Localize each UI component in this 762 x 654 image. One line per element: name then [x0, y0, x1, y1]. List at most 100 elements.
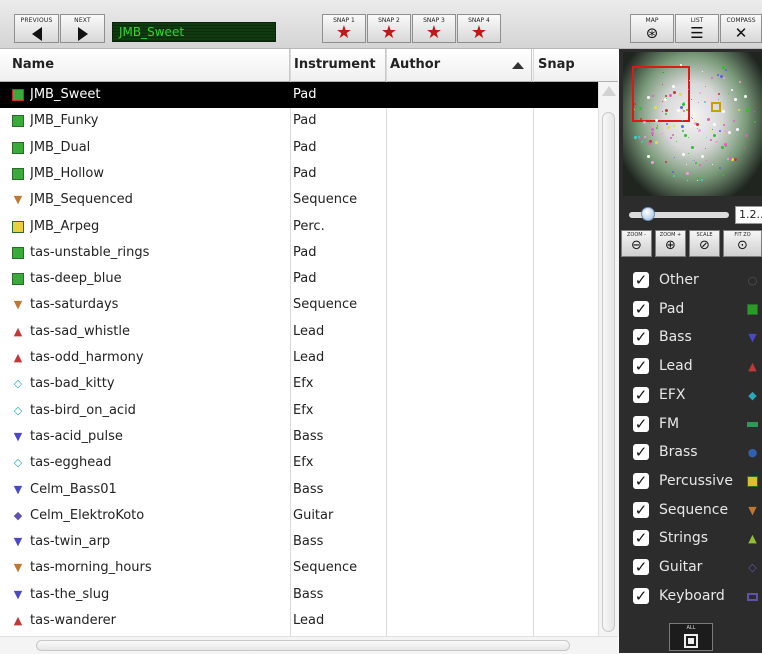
vertical-scrollbar[interactable]: [598, 82, 619, 636]
table-row[interactable]: ▼ JMB_Sequenced Sequence: [0, 187, 598, 213]
checkbox-checked-icon[interactable]: ✓: [633, 472, 649, 489]
table-row[interactable]: ◇ tas-egghead Efx: [0, 450, 598, 476]
filter-item[interactable]: ✓ Brass ●: [619, 438, 762, 467]
table-row[interactable]: JMB_Funky Pad: [0, 108, 598, 134]
checkbox-checked-icon[interactable]: ✓: [633, 386, 649, 403]
map-point: [733, 120, 736, 123]
preset-instrument: Pad: [293, 244, 317, 260]
filter-item[interactable]: ✓ Other ○: [619, 266, 762, 295]
snap-2-button[interactable]: SNAP 2 ★: [367, 14, 411, 43]
map-point: [736, 128, 740, 132]
map-point: [682, 109, 685, 112]
map-view-button[interactable]: MAP ⊛: [630, 14, 674, 43]
filter-item[interactable]: ✓ Percussive: [619, 467, 762, 496]
table-row[interactable]: JMB_Arpeg Perc.: [0, 214, 598, 240]
table-row[interactable]: ▼ tas-morning_hours Sequence: [0, 555, 598, 581]
table-row[interactable]: JMB_Hollow Pad: [0, 161, 598, 187]
preset-instrument: Bass: [293, 481, 324, 497]
table-row[interactable]: ◇ tas-bad_kitty Efx: [0, 371, 598, 397]
filter-item[interactable]: ✓ Bass ▼: [619, 323, 762, 352]
zoom-out-button[interactable]: ZOOM - ⊖: [621, 230, 652, 257]
checkbox-checked-icon[interactable]: ✓: [633, 587, 649, 604]
checkbox-checked-icon[interactable]: ✓: [633, 272, 649, 288]
table-row[interactable]: ▲ tas-wanderer Lead: [0, 608, 598, 634]
map-point: [699, 91, 702, 94]
column-header-instrument[interactable]: Instrument: [290, 49, 386, 81]
checkbox-checked-icon[interactable]: ✓: [633, 300, 649, 317]
table-row[interactable]: JMB_Dual Pad: [0, 135, 598, 161]
compass-view-button[interactable]: COMPASS ✕: [720, 14, 762, 43]
scale-button[interactable]: SCALE ⊘: [689, 230, 720, 257]
map-point: [641, 140, 644, 143]
filter-item[interactable]: ✓ EFX ◆: [619, 381, 762, 410]
table-row[interactable]: ▲ tas-sad_whistle Lead: [0, 319, 598, 345]
horizontal-scroll-thumb[interactable]: [36, 640, 570, 651]
map-point: [723, 123, 726, 126]
star-icon: ★: [470, 22, 488, 43]
preset-instrument: Lead: [293, 323, 325, 339]
diamond-outline-icon: ◇: [13, 456, 23, 470]
checkbox-checked-icon[interactable]: ✓: [633, 559, 649, 575]
table-row[interactable]: ▼ tas-the_slug Bass: [0, 582, 598, 608]
filter-item[interactable]: ✓ Strings ▲: [619, 524, 762, 553]
filter-item[interactable]: ✓ Guitar ◇: [619, 553, 762, 582]
column-header-snap[interactable]: Snap: [534, 49, 598, 81]
map-point: [692, 118, 694, 120]
map-point: [688, 79, 690, 81]
select-all-button[interactable]: ALL: [669, 623, 713, 651]
triangle-down-icon: ▼: [13, 561, 23, 575]
filter-label: Guitar: [659, 559, 703, 575]
snap-4-button[interactable]: SNAP 4 ★: [457, 14, 501, 43]
table-row[interactable]: ◆ Celm_ElektroKoto Guitar: [0, 503, 598, 529]
map-point: [686, 180, 688, 182]
zoom-slider-knob[interactable]: [641, 207, 655, 221]
triangle-down-icon: ▼: [748, 331, 757, 345]
checkbox-checked-icon[interactable]: ✓: [633, 444, 649, 461]
filter-item[interactable]: ✓ FM: [619, 410, 762, 439]
checkbox-checked-icon[interactable]: ✓: [633, 415, 649, 432]
scroll-up-icon[interactable]: [602, 86, 616, 96]
map-point: [701, 179, 704, 182]
preset-instrument: Pad: [293, 87, 317, 102]
snap-1-button[interactable]: SNAP 1 ★: [322, 14, 366, 43]
square-icon: [12, 115, 24, 128]
preset-instrument: Pad: [293, 271, 317, 287]
table-row[interactable]: JMB_Sweet Pad: [0, 82, 598, 108]
preset-instrument: Pad: [293, 139, 317, 155]
filter-item[interactable]: ✓ Sequence ▼: [619, 496, 762, 525]
next-button[interactable]: NEXT: [60, 14, 105, 43]
filter-label: Bass: [659, 329, 692, 346]
filter-item[interactable]: ✓ Keyboard: [619, 582, 762, 611]
checkbox-checked-icon[interactable]: ✓: [633, 530, 649, 547]
checkbox-checked-icon[interactable]: ✓: [633, 329, 649, 346]
map-point: [717, 92, 720, 95]
column-header-name[interactable]: Name: [8, 49, 290, 81]
horizontal-scrollbar[interactable]: [0, 636, 618, 654]
snap-3-button[interactable]: SNAP 3 ★: [412, 14, 456, 43]
table-row[interactable]: ▼ tas-twin_arp Bass: [0, 529, 598, 555]
checkbox-checked-icon[interactable]: ✓: [633, 501, 649, 518]
previous-button[interactable]: PREVIOUS: [14, 14, 59, 43]
preset-map[interactable]: [623, 52, 762, 196]
map-point: [654, 119, 658, 123]
vertical-scroll-thumb[interactable]: [602, 112, 615, 632]
table-row[interactable]: ▼ tas-saturdays Sequence: [0, 292, 598, 318]
filter-item[interactable]: ✓ Lead ▲: [619, 352, 762, 381]
column-header-author[interactable]: Author: [386, 49, 532, 81]
table-row[interactable]: ▲ tas-odd_harmony Lead: [0, 345, 598, 371]
checkbox-checked-icon[interactable]: ✓: [633, 358, 649, 375]
preset-instrument: Perc.: [293, 218, 325, 234]
table-row[interactable]: ▼ Celm_Bass01 Bass: [0, 477, 598, 503]
table-row[interactable]: tas-deep_blue Pad: [0, 266, 598, 292]
map-point: [671, 85, 675, 89]
fit-zoom-button[interactable]: FIT ZO ⊙: [723, 230, 762, 257]
table-row[interactable]: ▼ tas-acid_pulse Bass: [0, 424, 598, 450]
table-row[interactable]: ◇ tas-bird_on_acid Efx: [0, 398, 598, 424]
filter-item[interactable]: ✓ Pad: [619, 295, 762, 324]
toolbar: PREVIOUS NEXT JMB_Sweet SNAP 1 ★ SNAP 2 …: [0, 0, 762, 49]
list-view-button[interactable]: LIST ☰: [675, 14, 719, 43]
zoom-in-button[interactable]: ZOOM + ⊕: [655, 230, 686, 257]
square-icon: [747, 475, 758, 487]
table-row[interactable]: tas-unstable_rings Pad: [0, 240, 598, 266]
preset-name: Celm_Bass01: [30, 481, 117, 497]
